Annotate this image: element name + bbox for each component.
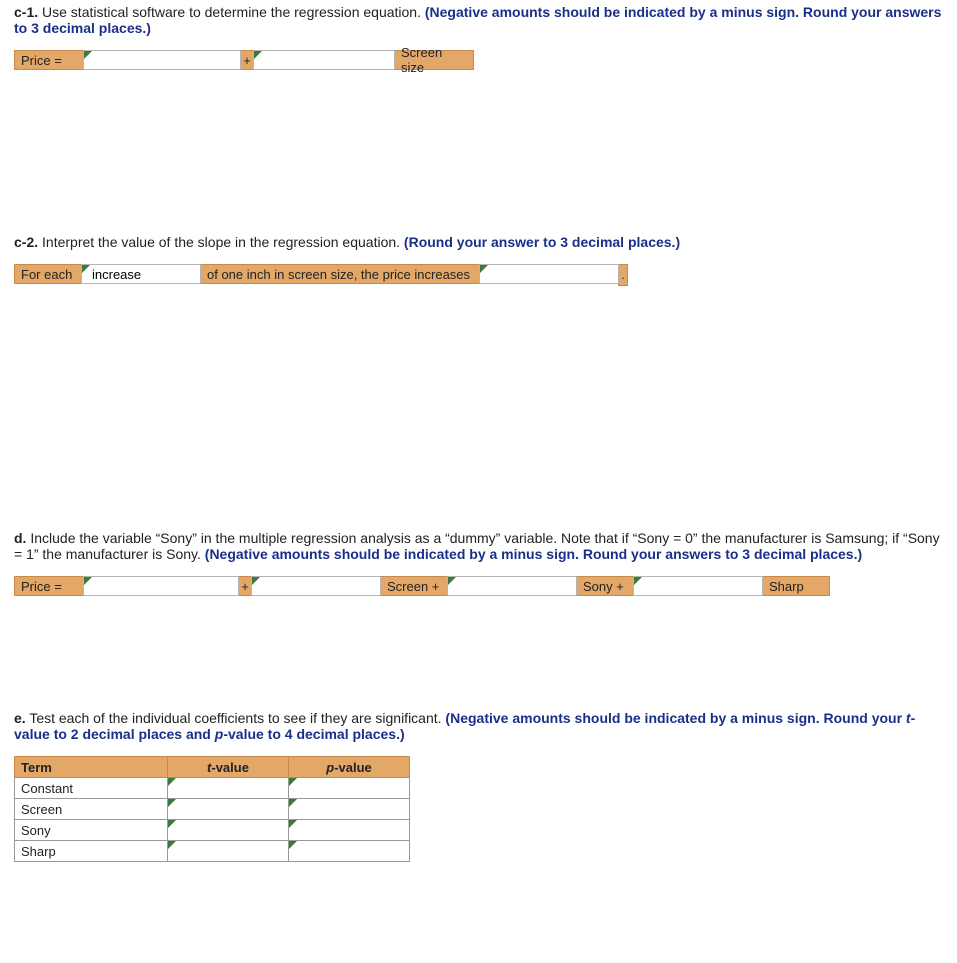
screen-t-input[interactable]	[168, 799, 289, 820]
table-row: Sharp	[15, 841, 410, 862]
table-row: Constant	[15, 778, 410, 799]
question-c2-text: Interpret the value of the slope in the …	[38, 234, 404, 250]
table-row: Sony	[15, 820, 410, 841]
sharp-p-input[interactable]	[289, 841, 410, 862]
c1-slope-input[interactable]	[253, 50, 395, 70]
c2-direction-input[interactable]	[81, 264, 201, 284]
screen-size-label: Screen size	[394, 50, 474, 70]
sony-plus-label: Sony +	[576, 576, 634, 596]
c2-amount-input[interactable]	[479, 264, 619, 284]
d-plus-sign: +	[238, 576, 252, 596]
d-b0-input[interactable]	[83, 576, 239, 596]
d-price-label: Price =	[14, 576, 84, 596]
coefficients-table: Term t-value p-value Constant Screen Son…	[14, 756, 410, 862]
question-d-note: (Negative amounts should be indicated by…	[205, 546, 862, 562]
term-screen: Screen	[15, 799, 168, 820]
c2-sentence-row: For each of one inch in screen size, the…	[14, 264, 943, 286]
question-e-text: Test each of the individual coefficients…	[26, 710, 446, 726]
term-sony: Sony	[15, 820, 168, 841]
question-c1-text: Use statistical software to determine th…	[38, 4, 425, 20]
question-c1: c-1. Use statistical software to determi…	[14, 4, 943, 36]
th-term: Term	[15, 757, 168, 778]
sony-p-input[interactable]	[289, 820, 410, 841]
sharp-t-input[interactable]	[168, 841, 289, 862]
sharp-label: Sharp	[762, 576, 830, 596]
question-e-label: e.	[14, 710, 26, 726]
c1-equation-row: Price = + Screen size	[14, 50, 943, 70]
price-label: Price =	[14, 50, 84, 70]
screen-p-input[interactable]	[289, 799, 410, 820]
for-each-label: For each	[14, 264, 82, 284]
d-b1-input[interactable]	[251, 576, 381, 596]
th-pvalue: p-value	[289, 757, 410, 778]
d-b2-input[interactable]	[447, 576, 577, 596]
d-equation-row: Price = + Screen + Sony + Sharp	[14, 576, 943, 596]
screen-plus-label: Screen +	[380, 576, 448, 596]
period-label: .	[618, 264, 628, 286]
plus-sign: +	[240, 50, 254, 70]
question-c1-label: c-1.	[14, 4, 38, 20]
constant-t-input[interactable]	[168, 778, 289, 799]
sony-t-input[interactable]	[168, 820, 289, 841]
question-c2-label: c-2.	[14, 234, 38, 250]
term-sharp: Sharp	[15, 841, 168, 862]
question-e: e. Test each of the individual coefficie…	[14, 710, 943, 742]
table-row: Screen	[15, 799, 410, 820]
constant-p-input[interactable]	[289, 778, 410, 799]
term-constant: Constant	[15, 778, 168, 799]
c2-mid-label: of one inch in screen size, the price in…	[200, 264, 480, 284]
d-b3-input[interactable]	[633, 576, 763, 596]
question-d: d. Include the variable “Sony” in the mu…	[14, 530, 943, 562]
question-c2-note: (Round your answer to 3 decimal places.)	[404, 234, 680, 250]
question-c2: c-2. Interpret the value of the slope in…	[14, 234, 943, 250]
question-d-label: d.	[14, 530, 26, 546]
th-tvalue: t-value	[168, 757, 289, 778]
table-header-row: Term t-value p-value	[15, 757, 410, 778]
c1-intercept-input[interactable]	[83, 50, 241, 70]
